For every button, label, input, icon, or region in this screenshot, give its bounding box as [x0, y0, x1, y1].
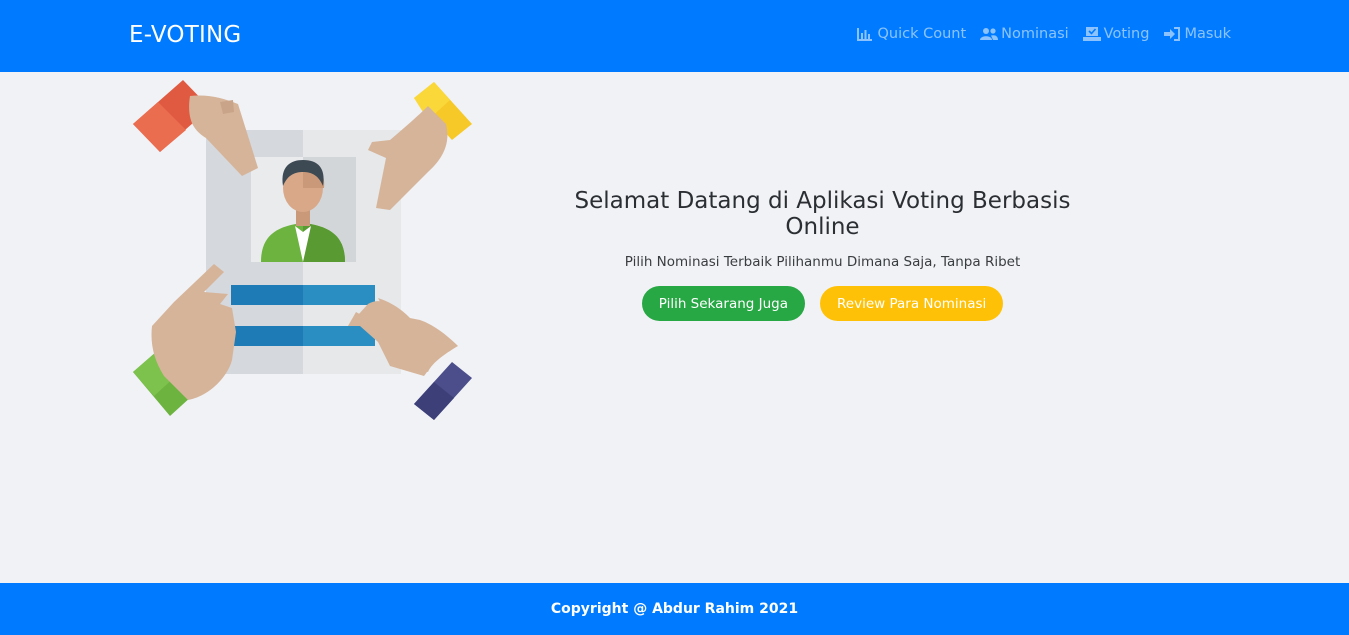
chart-icon: [856, 26, 874, 42]
choose-now-button[interactable]: Pilih Sekarang Juga: [641, 286, 806, 321]
navbar: E-VOTING Quick Count Nominasi Voting Mas…: [0, 0, 1349, 72]
nav-quick-count[interactable]: Quick Count: [856, 26, 966, 42]
brand-logo[interactable]: E-VOTING: [129, 22, 241, 48]
nav-menu: Quick Count Nominasi Voting Masuk: [856, 26, 1231, 42]
hero-actions: Pilih Sekarang Juga Review Para Nominasi: [540, 286, 1105, 321]
footer: Copyright @ Abdur Rahim 2021: [0, 583, 1349, 635]
hero-section: Selamat Datang di Aplikasi Voting Berbas…: [540, 188, 1105, 321]
nav-voting-label: Voting: [1103, 26, 1150, 42]
voting-illustration: [128, 76, 478, 426]
nav-nominasi-label: Nominasi: [1001, 26, 1069, 42]
hero-title: Selamat Datang di Aplikasi Voting Berbas…: [574, 188, 1071, 240]
nav-quick-count-label: Quick Count: [877, 26, 967, 42]
nav-masuk[interactable]: Masuk: [1163, 26, 1231, 42]
nav-nominasi[interactable]: Nominasi: [980, 26, 1069, 42]
hero-subtitle: Pilih Nominasi Terbaik Pilihanmu Dimana …: [624, 254, 1021, 270]
nav-masuk-label: Masuk: [1184, 26, 1231, 42]
sign-in-icon: [1163, 26, 1181, 42]
review-nominees-button[interactable]: Review Para Nominasi: [820, 286, 1004, 321]
copyright-text: Copyright @ Abdur Rahim 2021: [550, 601, 799, 617]
vote-icon: [1082, 26, 1101, 42]
nav-voting[interactable]: Voting: [1082, 26, 1150, 42]
users-icon: [980, 26, 999, 42]
